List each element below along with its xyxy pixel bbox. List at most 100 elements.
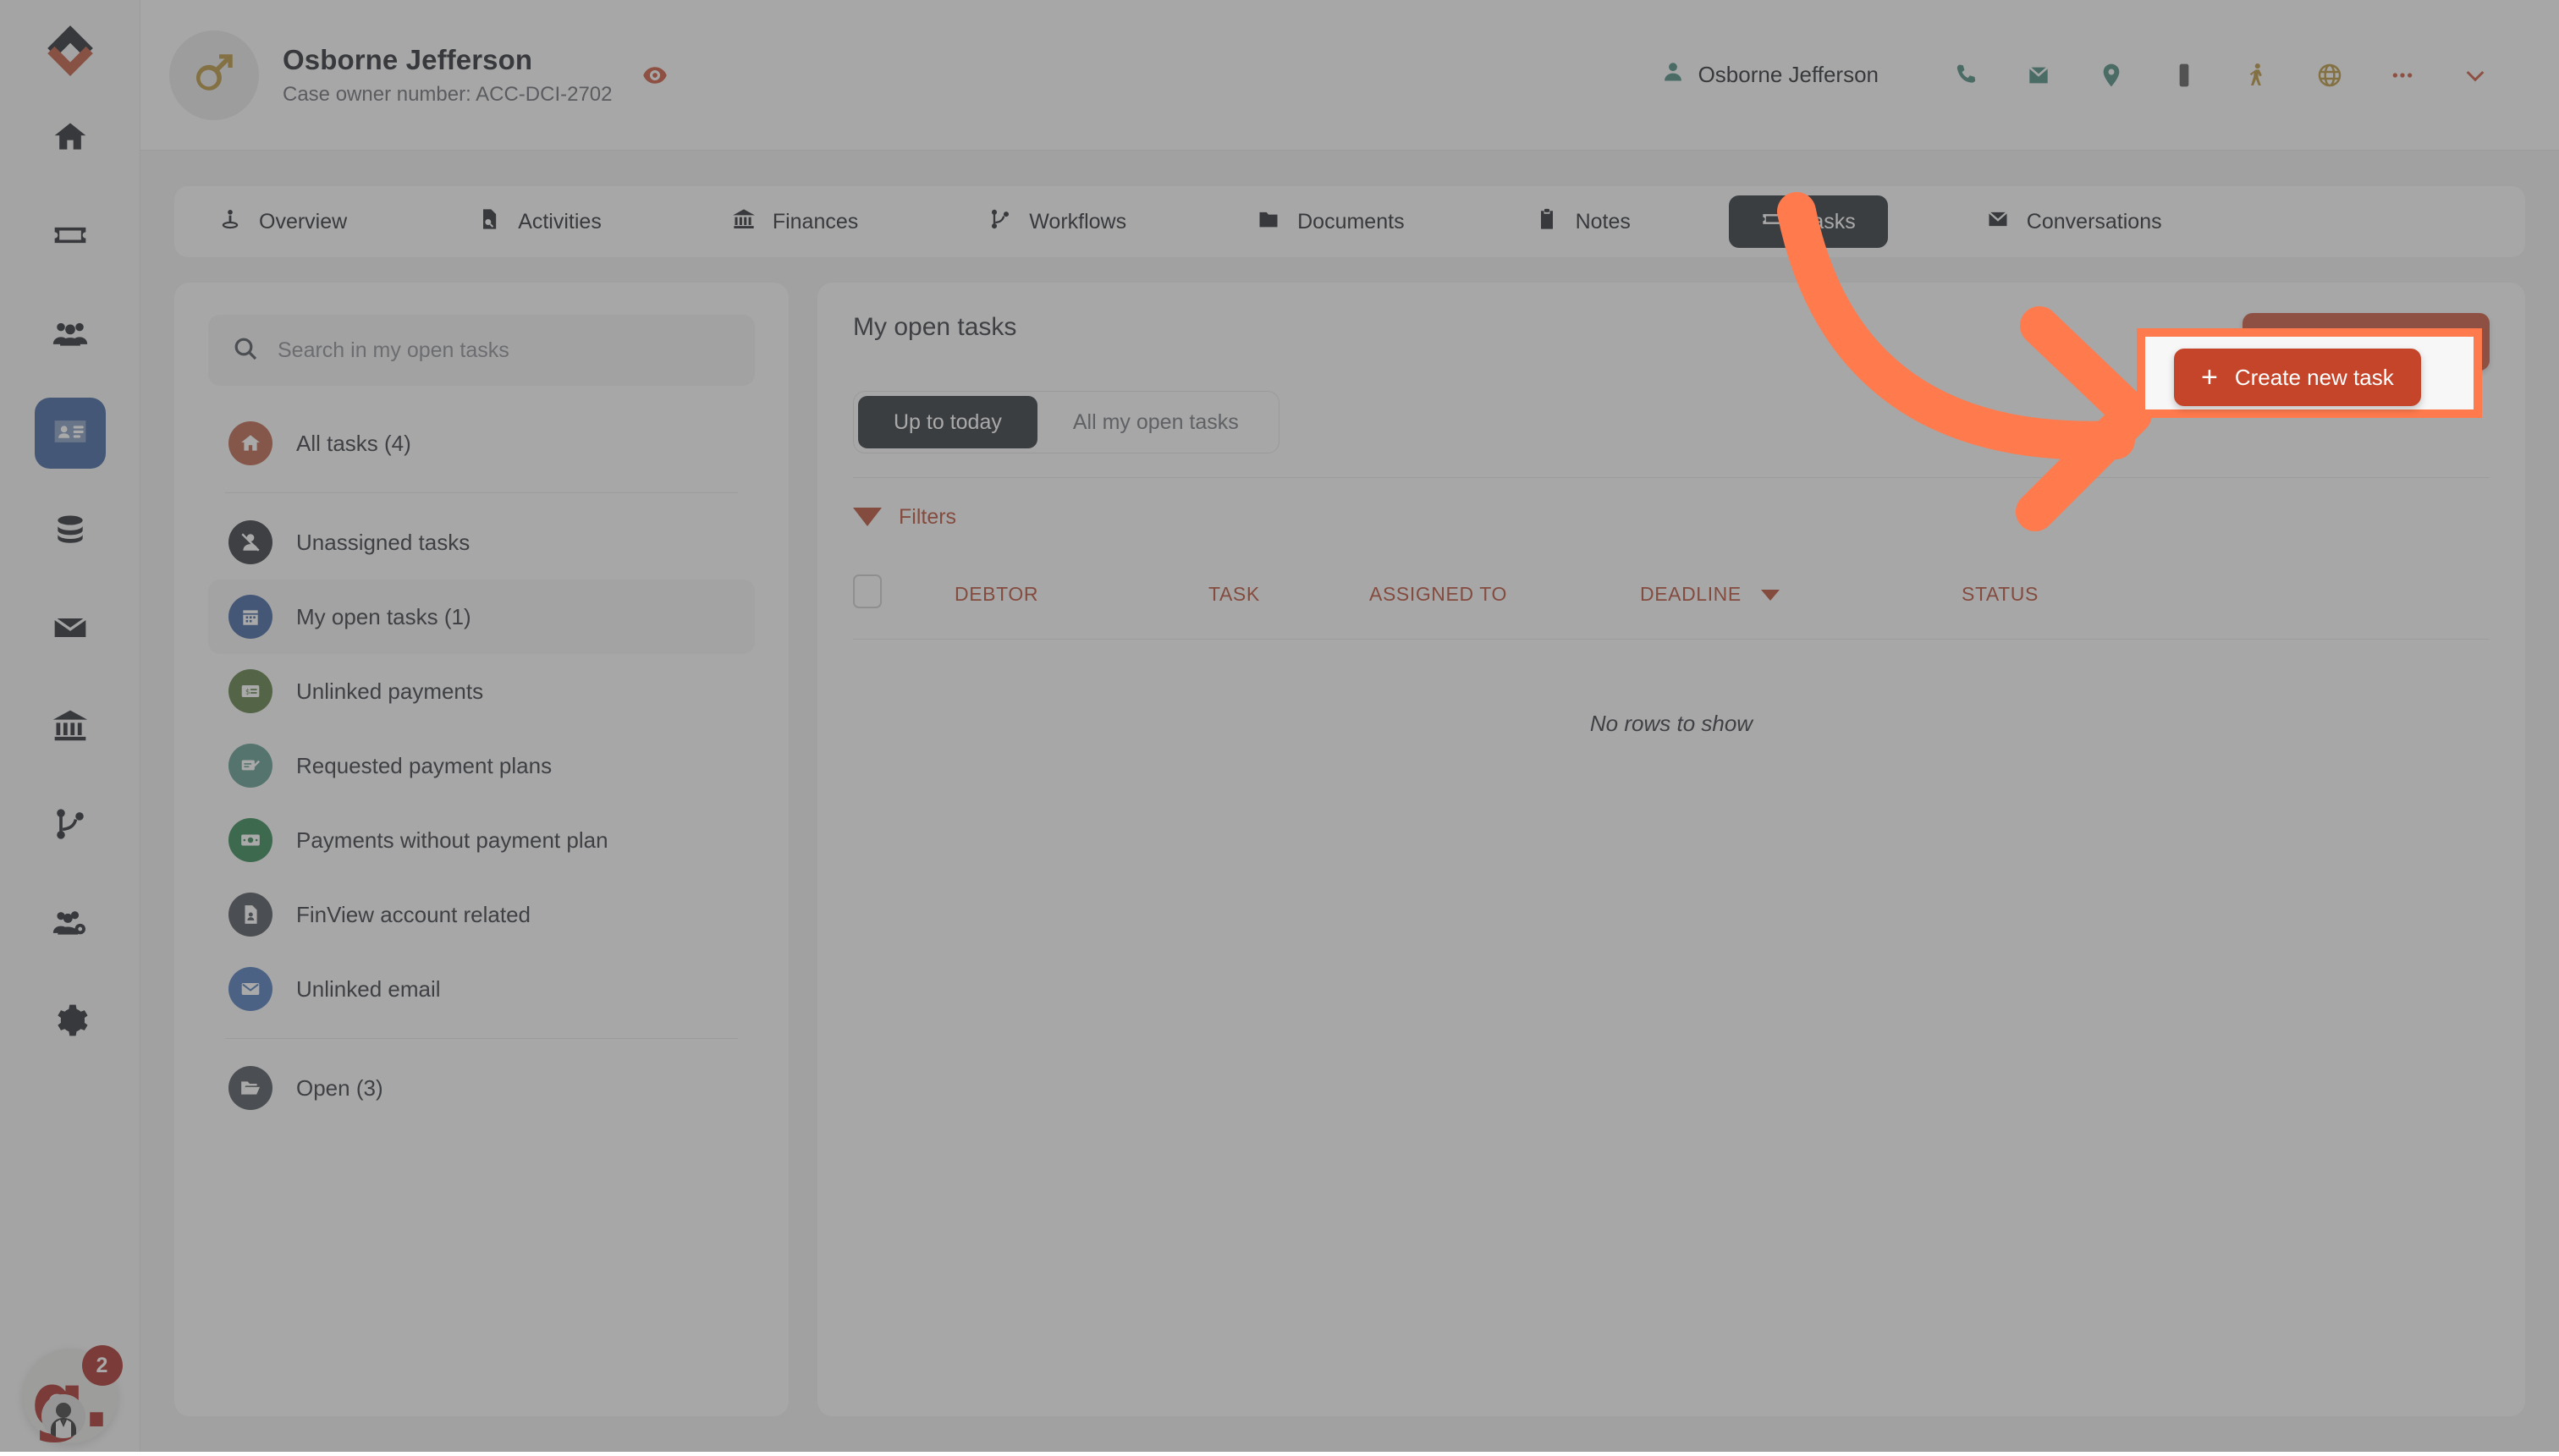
calendar-icon <box>228 595 272 639</box>
folder-icon <box>1257 207 1280 237</box>
filters-label: Filters <box>899 505 956 530</box>
sidebar-item-cases[interactable] <box>35 398 106 469</box>
sidebar-item-team-settings[interactable] <box>35 888 106 959</box>
create-new-task-button[interactable]: + Create new task <box>2243 313 2490 371</box>
case-owner-number: Case owner number: ACC-DCI-2702 <box>283 83 613 107</box>
svg-text:$: $ <box>245 689 250 697</box>
tasks-panel-actions: Refresh + Create new task <box>2147 313 2490 371</box>
sidebar-item-settings[interactable] <box>35 986 106 1058</box>
case-header: Osborne Jefferson Case owner number: ACC… <box>140 0 2559 151</box>
envelope-icon[interactable] <box>2002 50 2075 101</box>
filters-toggle[interactable]: Filters <box>853 478 2490 556</box>
search-icon <box>232 335 259 366</box>
search-field[interactable] <box>208 315 755 386</box>
tab-finances[interactable]: Finances <box>700 195 890 248</box>
select-all-checkbox[interactable] <box>853 574 882 608</box>
people-gear-icon <box>52 904 89 945</box>
bank-icon <box>52 707 89 749</box>
list-item-label: FinView account related <box>296 902 531 928</box>
case-tabs: Overview Activities Finances <box>174 186 2525 257</box>
search-input[interactable] <box>278 338 731 363</box>
ellipsis-icon[interactable] <box>2366 50 2439 101</box>
mobile-icon[interactable] <box>2148 50 2221 101</box>
file-person-icon <box>228 893 272 937</box>
bank-icon <box>732 207 756 237</box>
content-columns: All tasks (4) Unassigned tasks <box>174 283 2525 1452</box>
tab-label: Overview <box>259 210 347 234</box>
list-item-all-tasks[interactable]: All tasks (4) <box>208 406 755 481</box>
sidebar-item-data[interactable] <box>35 496 106 567</box>
home-icon <box>52 118 89 160</box>
eye-icon[interactable] <box>638 58 672 92</box>
tasks-table-body: No rows to show <box>853 640 2490 809</box>
column-header-assigned-to[interactable]: ASSIGNED TO <box>1369 556 1640 640</box>
sidebar-item-finances[interactable] <box>35 692 106 763</box>
tab-workflows[interactable]: Workflows <box>956 195 1158 248</box>
app-logo-icon[interactable] <box>42 22 98 78</box>
tab-overview[interactable]: Overview <box>186 195 379 248</box>
list-item-label: Open (3) <box>296 1075 383 1102</box>
tab-label: Tasks <box>1802 210 1856 234</box>
header-user-chip[interactable]: Osborne Jefferson <box>1661 60 1879 90</box>
tab-activities[interactable]: Activities <box>445 195 634 248</box>
guide-widget-area: g. 2 <box>0 1349 140 1443</box>
guide-avatar <box>41 1394 85 1438</box>
sidebar-item-workflows[interactable] <box>35 790 106 861</box>
envelope-icon <box>1986 207 2010 237</box>
tab-notes[interactable]: Notes <box>1503 195 1663 248</box>
refresh-button[interactable]: Refresh <box>2147 330 2221 354</box>
task-scope-segmented-control: Up to today All my open tasks <box>853 391 1280 453</box>
create-new-task-label: Create new task <box>2303 329 2463 355</box>
person-walking-icon[interactable] <box>2221 50 2293 101</box>
list-item-finview-account-related[interactable]: FinView account related <box>208 877 755 952</box>
list-item-my-open-tasks[interactable]: My open tasks (1) <box>208 580 755 654</box>
note-edit-icon <box>228 744 272 788</box>
column-header-task[interactable]: TASK <box>1208 556 1369 640</box>
guide-launcher-button[interactable]: g. 2 <box>23 1349 118 1443</box>
case-identity: Osborne Jefferson Case owner number: ACC… <box>283 44 613 107</box>
list-item-label: My open tasks (1) <box>296 604 471 630</box>
envelope-icon <box>228 967 272 1011</box>
list-item-open[interactable]: Open (3) <box>208 1051 755 1125</box>
globe-icon[interactable] <box>2293 50 2366 101</box>
sidebar-item-customers[interactable] <box>35 299 106 371</box>
tasks-panel-header: My open tasks Refresh + Create new task <box>853 313 2490 371</box>
select-all-cell <box>853 556 955 640</box>
column-header-debtor[interactable]: DEBTOR <box>955 556 1208 640</box>
empty-state-message: No rows to show <box>853 640 2490 809</box>
list-item-label: Payments without payment plan <box>296 827 608 854</box>
application-root: g. 2 <box>0 0 2559 1452</box>
list-item-requested-payment-plans[interactable]: Requested payment plans <box>208 728 755 803</box>
divider <box>225 492 738 493</box>
tab-tasks[interactable]: Tasks <box>1729 195 1888 248</box>
list-item-payments-without-payment-plan[interactable]: Payments without payment plan <box>208 803 755 877</box>
tasks-table-header: DEBTOR TASK ASSIGNED TO DEADLINE STATUS <box>853 556 2490 640</box>
gear-icon <box>52 1002 89 1043</box>
person-icon <box>1661 60 1685 90</box>
tab-label: Workflows <box>1029 210 1126 234</box>
list-item-unassigned-tasks[interactable]: Unassigned tasks <box>208 505 755 580</box>
sort-descending-icon <box>1761 590 1780 601</box>
segment-up-to-today[interactable]: Up to today <box>858 396 1037 448</box>
list-item-unlinked-payments[interactable]: $ Unlinked payments <box>208 654 755 728</box>
phone-icon[interactable] <box>1929 50 2002 101</box>
sidebar-item-tickets[interactable] <box>35 201 106 272</box>
clipboard-icon <box>1535 207 1559 237</box>
tab-documents[interactable]: Documents <box>1224 195 1436 248</box>
list-item-unlinked-email[interactable]: Unlinked email <box>208 952 755 1026</box>
sidebar-item-home[interactable] <box>35 103 106 174</box>
sidebar-item-mail[interactable] <box>35 594 106 665</box>
column-header-status[interactable]: STATUS <box>1962 556 2490 640</box>
column-header-deadline[interactable]: DEADLINE <box>1640 556 1962 640</box>
page-title: Osborne Jefferson <box>283 44 613 76</box>
map-pin-icon[interactable] <box>2075 50 2148 101</box>
segment-all-my-open-tasks[interactable]: All my open tasks <box>1037 396 1274 448</box>
tab-conversations[interactable]: Conversations <box>1954 195 2194 248</box>
header-action-icons <box>1929 50 2512 101</box>
column-header-deadline-label: DEADLINE <box>1640 583 1742 605</box>
folder-open-icon <box>228 1066 272 1110</box>
chevron-down-icon[interactable] <box>2439 50 2512 101</box>
file-search-icon <box>477 207 501 237</box>
task-group-list: All tasks (4) Unassigned tasks <box>208 406 755 1125</box>
left-navigation-rail: g. 2 <box>0 0 140 1452</box>
